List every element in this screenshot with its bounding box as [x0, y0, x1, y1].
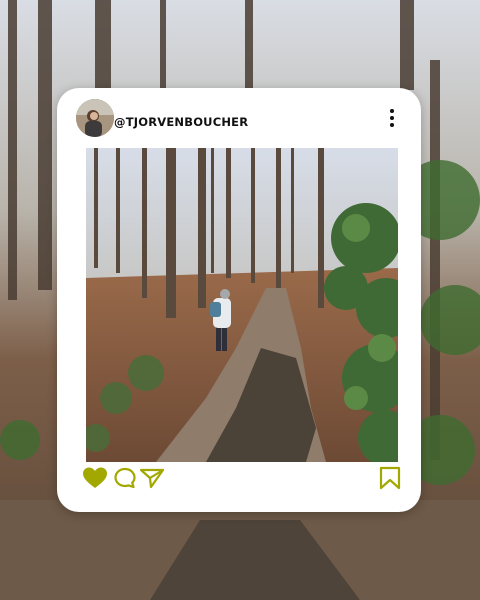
send-paper-plane-icon[interactable] — [139, 466, 165, 490]
bookmark-icon[interactable] — [377, 466, 403, 490]
comment-bubble-icon[interactable] — [112, 466, 138, 490]
avatar[interactable] — [76, 99, 114, 137]
action-bar — [57, 464, 421, 490]
username[interactable]: @TJORVENBOUCHER — [114, 114, 248, 130]
post-photo[interactable] — [86, 148, 398, 462]
more-options-icon[interactable] — [388, 109, 396, 127]
post-card: @TJORVENBOUCHER — [57, 88, 421, 512]
heart-icon[interactable] — [82, 466, 108, 490]
